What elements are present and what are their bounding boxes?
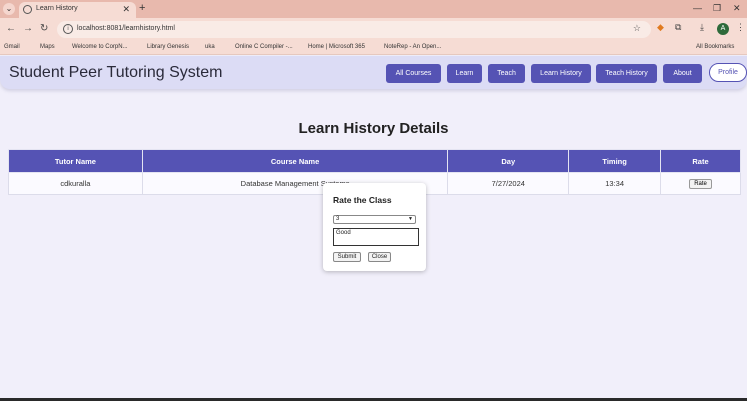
submit-button[interactable]: Submit [333,252,361,262]
menu-dots-icon[interactable]: ⋮ [736,22,745,33]
cell-rate: Rate [660,172,741,195]
bookmark-uka[interactable]: uka [205,44,215,50]
header-course-name: Course Name [141,149,449,173]
header-timing: Timing [568,149,662,173]
bookmark-noterep[interactable]: NoteRep - An Open... [384,44,441,50]
browser-profile-avatar[interactable]: A [717,23,729,35]
nav-learn[interactable]: Learn [447,64,482,83]
globe-icon [23,5,32,14]
table-header-row: Tutor Name Course Name Day Timing Rate [8,149,741,173]
header-rate: Rate [660,149,741,173]
bookmark-library-genesis[interactable]: Library Genesis [147,44,189,50]
window-close-icon[interactable]: ✕ [733,3,741,14]
browser-tab-bar: ⌄ Learn History ✕ + — ❐ ✕ [0,0,747,18]
nav-about[interactable]: About [663,64,702,83]
bookmark-microsoft-365[interactable]: Home | Microsoft 365 [308,44,365,50]
reload-icon[interactable]: ↻ [40,23,48,34]
minimize-icon[interactable]: — [693,3,702,13]
forward-icon[interactable]: → [23,23,33,34]
nav-learn-history[interactable]: Learn History [531,64,591,83]
comment-textarea[interactable]: Good [333,228,419,246]
rating-select-value: 3 [336,216,340,222]
url-text[interactable]: localhost:8081/learnhistory.html [77,25,175,32]
header-tutor-name: Tutor Name [8,149,143,173]
tab-title: Learn History [36,5,78,12]
bookmark-online-c-compiler[interactable]: Online C Compiler -... [235,44,293,50]
page-heading: Learn History Details [298,120,449,137]
address-toolbar: ← → ↻ i localhost:8081/learnhistory.html… [0,18,747,42]
back-icon[interactable]: ← [6,23,16,34]
cell-day: 7/27/2024 [447,172,570,195]
profile-button[interactable]: Profile [709,63,747,82]
browser-tab[interactable]: Learn History ✕ [19,2,136,18]
page-content: Student Peer Tutoring System All Courses… [0,56,747,399]
download-icon[interactable]: ⤓ [700,22,704,33]
cell-timing: 13:34 [568,172,662,195]
url-bar[interactable]: i localhost:8081/learnhistory.html ☆ [57,21,651,38]
all-bookmarks[interactable]: All Bookmarks [696,44,734,50]
cell-tutor: cdkuralla [8,172,143,195]
bookmark-maps[interactable]: Maps [40,44,55,50]
new-tab-icon[interactable]: + [139,2,145,14]
chevron-down-icon: ▼ [408,216,413,222]
modal-title: Rate the Class [333,195,392,205]
nav-teach[interactable]: Teach [488,64,525,83]
restore-icon[interactable]: ❐ [713,3,721,14]
bookmarks-bar: Gmail Maps Welcome to CorpN... Library G… [0,42,747,55]
tab-search-chevron-icon[interactable]: ⌄ [3,3,15,15]
rating-select[interactable]: 3 ▼ [333,215,416,224]
header-day: Day [447,149,570,173]
site-header: Student Peer Tutoring System All Courses… [0,56,747,89]
tab-close-icon[interactable]: ✕ [122,4,130,15]
close-button[interactable]: Close [368,252,391,262]
extensions-puzzle-icon[interactable]: ⧉ [675,22,681,33]
nav-teach-history[interactable]: Teach History [596,64,657,83]
bookmark-gmail[interactable]: Gmail [4,44,20,50]
bookmark-star-icon[interactable]: ☆ [633,23,641,34]
extension-fox-icon[interactable]: ◆ [657,22,664,33]
site-info-icon[interactable]: i [63,24,73,34]
bookmark-corpn[interactable]: Welcome to CorpN... [72,44,128,50]
nav-all-courses[interactable]: All Courses [386,64,441,83]
site-title: Student Peer Tutoring System [9,64,223,81]
rate-button[interactable]: Rate [689,179,712,189]
rate-modal: Rate the Class 3 ▼ Good Submit Close [323,183,426,271]
